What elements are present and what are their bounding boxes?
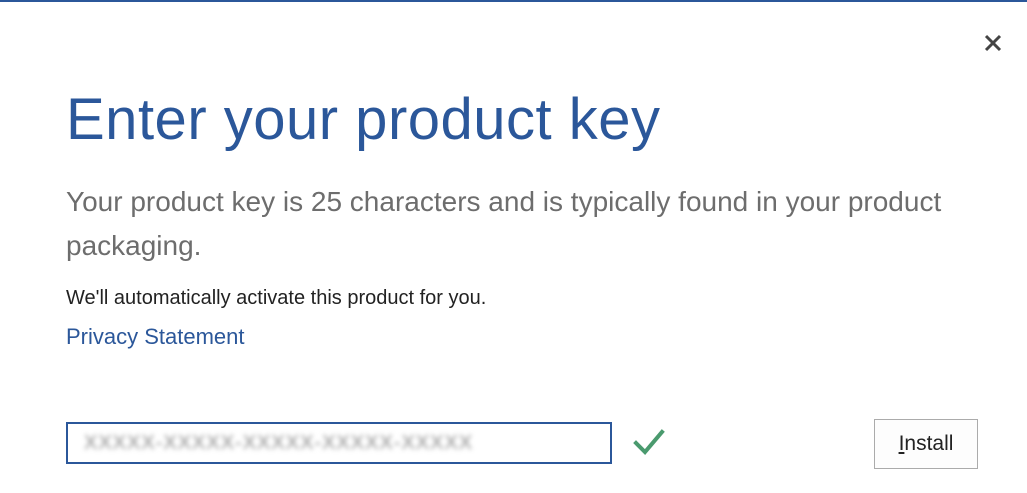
- product-key-dialog: Enter your product key Your product key …: [0, 0, 1027, 493]
- privacy-statement-link[interactable]: Privacy Statement: [66, 322, 245, 352]
- checkmark-icon: [633, 429, 665, 455]
- dialog-description: Your product key is 25 characters and is…: [66, 186, 942, 261]
- product-key-input[interactable]: [82, 430, 596, 456]
- dialog-title: Enter your product key: [66, 87, 661, 152]
- install-label: nstall: [904, 432, 954, 455]
- auto-activate-text: We'll automatically activate this produc…: [66, 287, 487, 309]
- close-button[interactable]: [978, 28, 1008, 58]
- install-button[interactable]: Install: [874, 419, 978, 469]
- close-icon: [984, 34, 1002, 52]
- product-key-field[interactable]: [66, 422, 612, 464]
